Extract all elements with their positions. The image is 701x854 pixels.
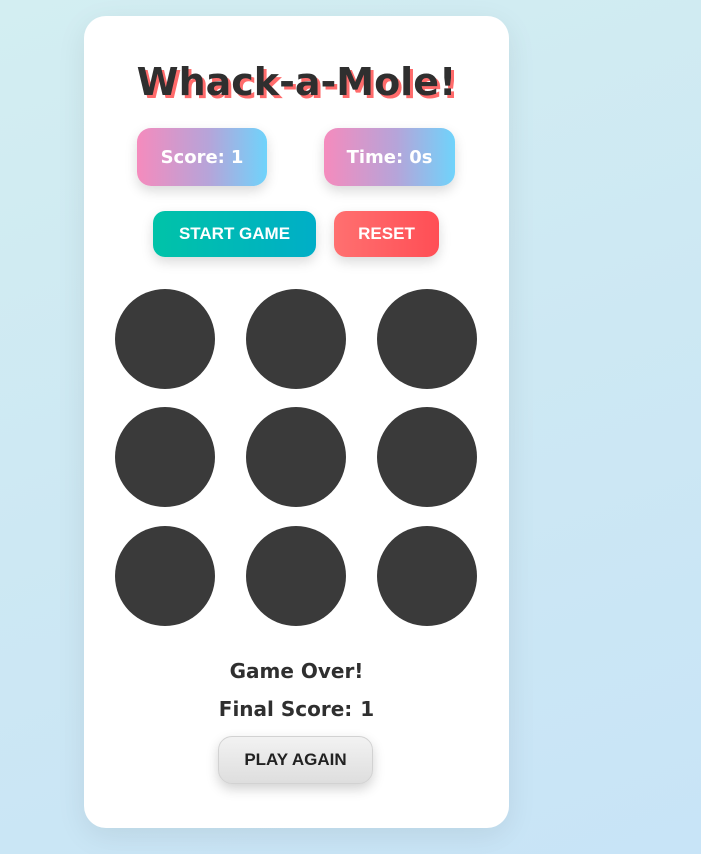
mole-hole-4[interactable]: [115, 407, 215, 507]
final-score: Final Score: 1: [84, 697, 509, 721]
mole-hole-8[interactable]: [246, 526, 346, 626]
mole-hole-6[interactable]: [377, 407, 477, 507]
time-value: 0s: [409, 146, 433, 168]
time-label: Time:: [346, 146, 404, 168]
mole-hole-5[interactable]: [246, 407, 346, 507]
score-value: 1: [230, 146, 244, 168]
final-score-label: Final Score:: [218, 697, 353, 721]
game-title: Whack-a-Mole!: [136, 60, 457, 104]
play-again-button[interactable]: PLAY AGAIN: [218, 736, 373, 784]
mole-hole-3[interactable]: [377, 289, 477, 389]
start-game-button[interactable]: START GAME: [153, 211, 316, 257]
mole-hole-7[interactable]: [115, 526, 215, 626]
score-label: Score:: [160, 146, 225, 168]
time-badge: Time: 0s: [324, 128, 455, 186]
game-card: Whack-a-Mole! Score: 1 Time: 0s START GA…: [84, 16, 509, 828]
game-over-message: Game Over!: [229, 659, 364, 683]
mole-hole-1[interactable]: [115, 289, 215, 389]
score-badge: Score: 1: [137, 128, 267, 186]
final-score-value: 1: [360, 697, 375, 721]
reset-button[interactable]: RESET: [334, 211, 439, 257]
mole-hole-2[interactable]: [246, 289, 346, 389]
mole-hole-9[interactable]: [377, 526, 477, 626]
mole-grid: [115, 289, 477, 626]
